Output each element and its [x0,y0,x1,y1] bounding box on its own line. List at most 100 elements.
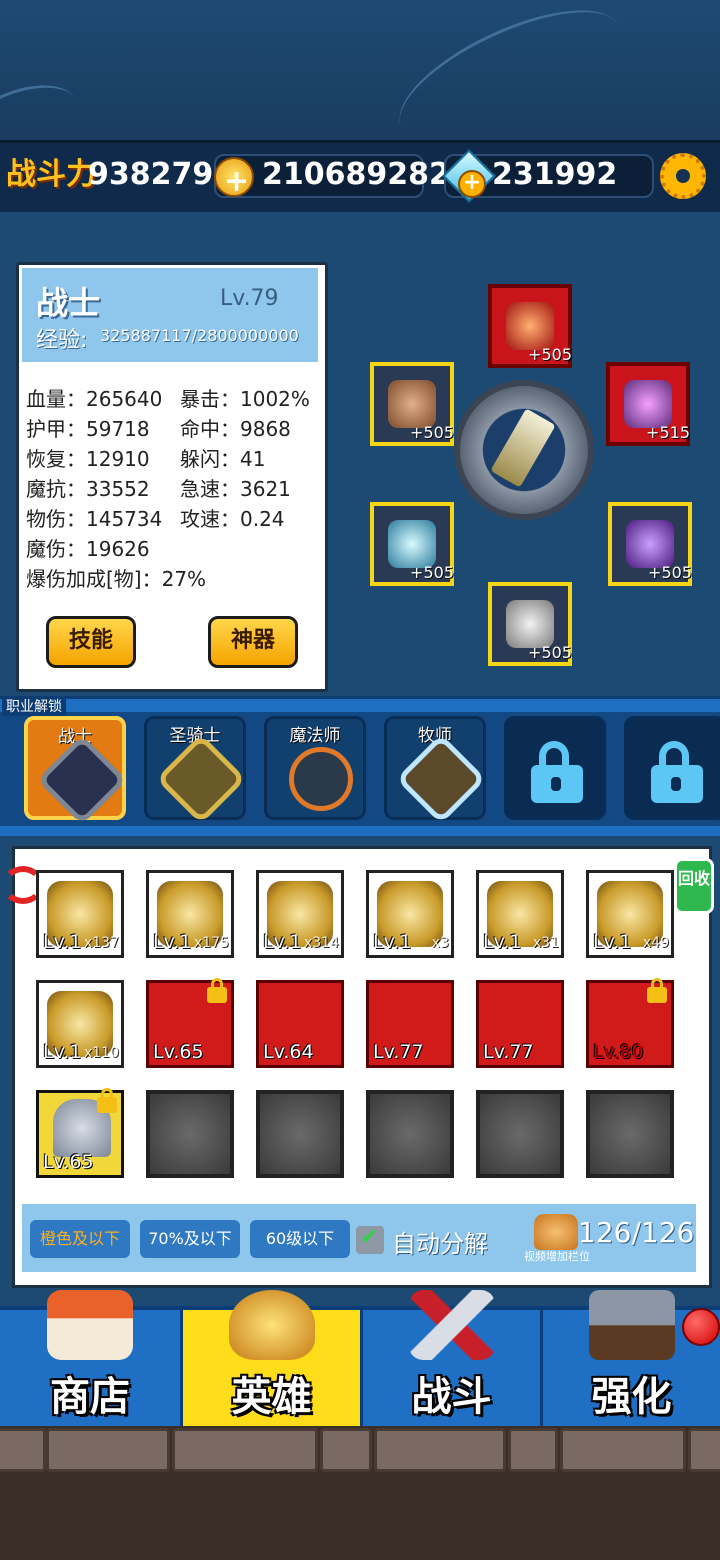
item-level: Lv.1 [43,931,82,953]
gloves-enhance: +505 [410,423,454,442]
nav-tab-hero[interactable]: 英雄 [180,1290,360,1426]
item-count: x3 [431,935,449,951]
stat-armor: 护甲：59718 [26,417,150,441]
boots-icon [506,600,554,648]
paladin-icon [155,733,247,825]
class-tab-locked[interactable] [624,716,720,820]
stat-magic-dmg: 魔伤：19626 [26,537,150,561]
lock-icon-body [531,765,583,803]
hero-level: Lv.79 [220,286,279,311]
settings-gear-icon[interactable] [660,153,706,199]
item-count: x175 [193,935,229,951]
helmet-icon [506,302,554,350]
bag-expand-icon[interactable] [534,1214,578,1250]
stat-magic-resist: 魔抗：33552 [26,477,150,501]
class-tab-priest[interactable]: 牧师 [384,716,487,825]
inventory-slot-empty[interactable] [146,1090,234,1178]
ring-enhance: +505 [648,563,692,582]
item-level: Lv.77 [483,1041,534,1063]
stat-hit: 命中：9868 [180,417,291,441]
weapon-slot[interactable]: +515 [606,362,690,446]
class-tab-paladin[interactable]: 圣骑士 [144,716,247,825]
recycle-button[interactable]: 回收 [674,858,714,914]
necklace-slot[interactable]: +505 [370,502,454,586]
item-level: Lv.80 [593,1041,644,1063]
class-tab-warrior[interactable]: 战士 [24,716,128,826]
item-level: Lv.65 [153,1041,204,1063]
priest-icon [395,733,487,825]
boots-enhance: +505 [528,643,572,662]
padlock-icon [647,978,667,1003]
padlock-icon [207,978,227,1003]
gem-add-icon[interactable]: + [458,170,486,198]
inventory-slot[interactable]: Lv.1 x31 [476,870,564,958]
item-level: Lv.1 [153,931,192,953]
stat-crit: 暴击：1002% [180,387,310,411]
item-level: Lv.77 [373,1041,424,1063]
bag-count: 126/126 [578,1216,695,1249]
stat-hp: 血量：265640 [26,387,163,411]
stat-crit-bonus: 爆伤加成[物]：27% [26,567,207,591]
class-tab-locked[interactable] [504,716,606,820]
lock-icon-body [651,765,703,803]
inventory-slot-empty[interactable] [586,1090,674,1178]
inventory-slot[interactable]: Lv.80 [586,978,674,1068]
filter-level-button[interactable]: 60级以下 [250,1220,350,1258]
nav-tab-battle[interactable]: 战斗 [360,1290,540,1426]
inventory-slot[interactable]: Lv.1 x49 [586,870,674,958]
inventory-slot-empty[interactable] [366,1090,454,1178]
class-unlock-label: 职业解锁 [2,696,66,716]
hero-helmet-icon [228,1290,315,1360]
hammer-anvil-icon [588,1290,675,1360]
mage-icon [275,733,367,825]
auto-decompose-checkbox[interactable] [356,1225,384,1254]
nav-label: 强化 [591,1374,672,1420]
inventory-slot[interactable]: Lv.1 x3 [366,870,454,958]
inventory-slot-empty[interactable] [256,1090,344,1178]
crossed-swords-icon [408,1290,495,1360]
filter-percent-button[interactable]: 70%及以下 [140,1220,240,1258]
necklace-enhance: +505 [410,563,454,582]
stat-haste: 急速：3621 [180,477,291,501]
bag-expand-label: 视频增加栏位 [524,1250,590,1263]
hero-name: 战士 [36,284,101,322]
stat-dodge: 躲闪：41 [180,447,266,471]
artifact-button[interactable]: 神器 [208,616,298,668]
weapon-enhance: +515 [646,423,690,442]
inventory-slot[interactable]: Lv.64 [256,980,344,1068]
boots-slot[interactable]: +505 [488,582,572,666]
skill-button[interactable]: 技能 [46,616,136,668]
filter-orange-button[interactable]: 橙色及以下 [30,1220,130,1258]
stone-brick [688,1428,720,1472]
inventory-slot[interactable]: Lv.1 x110 [36,980,124,1068]
necklace-icon [388,520,436,568]
gold-coin-icon[interactable] [214,157,254,197]
stone-brick [0,1428,46,1472]
warrior-emblem-icon [454,380,594,520]
item-level: Lv.64 [263,1041,314,1063]
gold-value: 210689282 [262,157,450,192]
stone-brick [172,1428,318,1472]
stone-brick [508,1428,558,1472]
inventory-slot[interactable]: Lv.65 [146,978,234,1068]
nav-tab-shop[interactable]: 商店 [0,1290,180,1426]
ring-slot[interactable]: +505 [608,502,692,586]
nav-label: 英雄 [231,1374,312,1420]
inventory-slot[interactable]: Lv.1 x175 [146,870,234,958]
inventory-slot[interactable]: Lv.65 [36,1088,124,1178]
item-level: Lv.1 [593,931,632,953]
class-name: 魔法师 [289,726,341,746]
inventory-slot-empty[interactable] [476,1090,564,1178]
inventory-slot[interactable]: Lv.77 [476,980,564,1068]
inventory-slot[interactable]: Lv.1 x314 [256,870,344,958]
gloves-slot[interactable]: +505 [370,362,454,446]
class-tab-mage[interactable]: 魔法师 [264,716,367,825]
inventory-slot[interactable]: Lv.1 x137 [36,870,124,958]
item-count: x314 [303,935,339,951]
item-count: x31 [532,935,559,951]
item-level: Lv.1 [263,931,302,953]
inventory-slot[interactable]: Lv.77 [366,980,454,1068]
warrior-icon [36,734,128,826]
helmet-slot[interactable]: +505 [488,284,572,368]
stone-brick [560,1428,686,1472]
